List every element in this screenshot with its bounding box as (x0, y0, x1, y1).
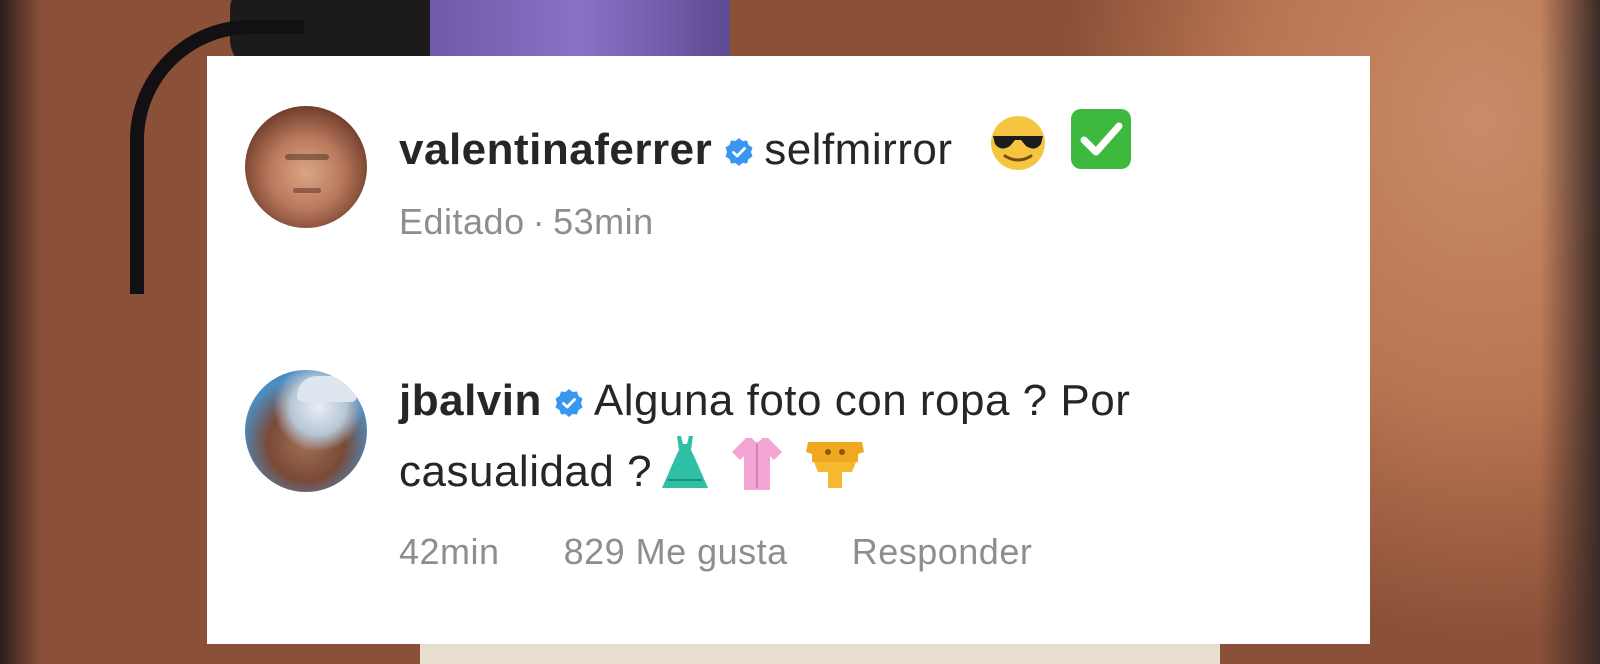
verified-badge-icon (725, 138, 753, 166)
comment-body: jbalvin Alguna foto con ropa ? Por casua… (399, 370, 1330, 573)
comment-text: selfmirror (764, 125, 953, 174)
reply-button[interactable]: Responder (852, 531, 1033, 573)
comment-meta: 42min 829 Me gusta Responder (399, 531, 1330, 573)
comment-line: jbalvin Alguna foto con ropa ? Por (399, 370, 1330, 432)
username-link[interactable]: valentinaferrer (399, 125, 712, 174)
avatar-feature (293, 188, 321, 193)
avatar[interactable] (245, 106, 367, 228)
comment-timestamp[interactable]: 42min (399, 531, 500, 573)
background-edge-right (1540, 0, 1600, 664)
edited-label: Editado (399, 201, 525, 242)
meta-separator: · (532, 201, 546, 242)
comments-card: valentinaferrer selfmirror Editado · 53m… (207, 56, 1370, 644)
screenshot-scene: valentinaferrer selfmirror Editado · 53m… (0, 0, 1600, 664)
likes-count-button[interactable]: 829 Me gusta (564, 531, 788, 573)
sunglasses-emoji-icon (991, 116, 1046, 170)
dress-emoji-icon (662, 436, 709, 488)
avatar-feature (297, 376, 357, 402)
background-edge-left (0, 0, 40, 664)
avatar-feature (285, 154, 329, 160)
username-link[interactable]: jbalvin (399, 376, 542, 425)
comment-meta: Editado · 53min (399, 201, 1330, 243)
comment-text: Alguna foto con ropa ? Por (593, 376, 1131, 425)
comment-text: casualidad ? (399, 447, 653, 496)
comment-line: valentinaferrer selfmirror (399, 106, 1330, 181)
check-mark-button-icon (1071, 109, 1131, 169)
comment-line: casualidad ? (399, 432, 1330, 503)
blouse-emoji-icon (732, 438, 783, 490)
comment-timestamp[interactable]: 53min (553, 201, 654, 243)
verified-badge-icon (555, 389, 583, 417)
comment-body: valentinaferrer selfmirror Editado · 53m… (399, 106, 1330, 243)
avatar[interactable] (245, 370, 367, 492)
clothing-emoji-icon (806, 442, 865, 488)
